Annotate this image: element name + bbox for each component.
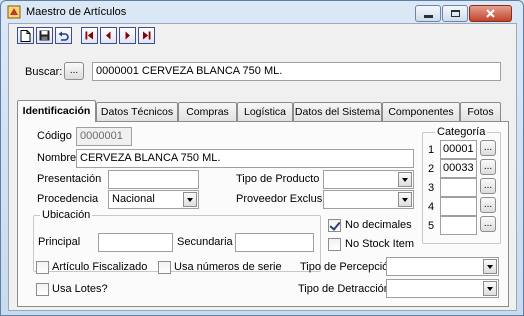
tab-datos-tecnicos[interactable]: Datos Técnicos bbox=[96, 102, 178, 121]
categoria-lookup-button-5[interactable]: ... bbox=[480, 216, 496, 232]
no-decimales-checkbox[interactable] bbox=[328, 219, 341, 232]
last-record-button[interactable] bbox=[138, 27, 155, 44]
no-decimales-label: No decimales bbox=[345, 219, 412, 231]
undo-icon bbox=[58, 31, 69, 41]
next-record-icon bbox=[125, 31, 130, 40]
minimize-icon bbox=[423, 15, 433, 18]
presentacion-label: Presentación bbox=[37, 173, 102, 185]
categoria-field-2[interactable]: 00033 bbox=[440, 159, 477, 178]
tab-logistica[interactable]: Logística bbox=[237, 102, 293, 121]
procedencia-label: Procedencia bbox=[37, 193, 99, 205]
window-title: Maestro de Artículos bbox=[26, 6, 127, 18]
chevron-down-icon bbox=[483, 259, 497, 274]
chevron-down-icon bbox=[398, 192, 412, 207]
client-area: Buscar: ... 0000001 CERVEZA BLANCA 750 M… bbox=[8, 23, 517, 311]
tipo-percepcion-label: Tipo de Percepción bbox=[300, 261, 395, 273]
undo-button[interactable] bbox=[55, 27, 72, 44]
search-label: Buscar: bbox=[25, 66, 63, 78]
procedencia-value: Nacional bbox=[112, 193, 155, 205]
categoria-group: Categoría 1 00001 ... 2 00033 ... 3 ... … bbox=[422, 126, 501, 244]
no-stock-checkbox[interactable] bbox=[328, 238, 341, 251]
ubicacion-title: Ubicación bbox=[40, 209, 93, 221]
prev-record-button[interactable] bbox=[100, 27, 117, 44]
next-record-button[interactable] bbox=[119, 27, 136, 44]
usa-lotes-checkbox[interactable] bbox=[36, 283, 49, 296]
categoria-num-1: 1 bbox=[428, 144, 435, 156]
tipo-producto-label: Tipo de Producto bbox=[236, 173, 320, 185]
tipo-detraccion-select[interactable] bbox=[386, 279, 499, 298]
categoria-lookup-button-3[interactable]: ... bbox=[480, 178, 496, 194]
usa-series-checkbox[interactable] bbox=[158, 261, 171, 274]
proveedor-select[interactable] bbox=[323, 190, 414, 209]
categoria-num-5: 5 bbox=[428, 220, 435, 232]
categoria-lookup-button-2[interactable]: ... bbox=[480, 159, 496, 175]
tab-identificacion[interactable]: Identificación bbox=[17, 100, 96, 122]
title-bar: Maestro de Artículos bbox=[1, 1, 523, 23]
tipo-detraccion-label: Tipo de Detracción bbox=[298, 283, 390, 295]
codigo-field[interactable]: 0000001 bbox=[76, 127, 132, 146]
principal-label: Principal bbox=[38, 236, 81, 248]
nombre-label: Nombre bbox=[37, 152, 77, 164]
categoria-lookup-button-4[interactable]: ... bbox=[480, 197, 496, 213]
search-input[interactable]: 0000001 CERVEZA BLANCA 750 ML. bbox=[92, 62, 501, 81]
categoria-num-2: 2 bbox=[428, 163, 435, 175]
identificacion-panel: Código 0000001 Nombre CERVEZA BLANCA 750… bbox=[17, 121, 509, 307]
secundaria-label: Secundaria bbox=[177, 236, 233, 248]
secundaria-field[interactable] bbox=[235, 233, 314, 252]
first-record-button[interactable] bbox=[81, 27, 98, 44]
categoria-num-4: 4 bbox=[428, 201, 435, 213]
search-lookup-button[interactable]: ... bbox=[64, 62, 84, 80]
categoria-lookup-button-1[interactable]: ... bbox=[480, 140, 496, 156]
save-icon bbox=[39, 30, 50, 41]
codigo-label: Código bbox=[37, 130, 72, 142]
procedencia-select[interactable]: Nacional bbox=[108, 190, 199, 209]
new-icon bbox=[20, 29, 31, 42]
tab-fotos[interactable]: Fotos bbox=[460, 102, 501, 121]
tab-datos-sistema[interactable]: Datos del Sistema bbox=[293, 102, 382, 121]
first-record-icon bbox=[85, 31, 93, 40]
categoria-field-4[interactable] bbox=[440, 197, 477, 216]
categoria-field-3[interactable] bbox=[440, 178, 477, 197]
categoria-title: Categoría bbox=[435, 126, 488, 138]
tab-compras[interactable]: Compras bbox=[178, 102, 237, 121]
categoria-num-3: 3 bbox=[428, 182, 435, 194]
chevron-down-icon bbox=[483, 281, 497, 296]
app-window: Maestro de Artículos Buscar: ... 0000001… bbox=[0, 0, 524, 316]
minimize-button[interactable] bbox=[415, 5, 441, 22]
principal-field[interactable] bbox=[98, 233, 173, 252]
maximize-icon bbox=[450, 10, 460, 17]
maximize-button[interactable] bbox=[442, 5, 468, 22]
usa-series-label: Usa números de serie bbox=[174, 261, 282, 273]
articulo-fiscalizado-label: Artículo Fiscalizado bbox=[52, 261, 148, 273]
tab-componentes[interactable]: Componentes bbox=[382, 102, 460, 121]
prev-record-icon bbox=[106, 31, 111, 40]
tipo-percepcion-select[interactable] bbox=[386, 257, 499, 276]
categoria-field-1[interactable]: 00001 bbox=[440, 140, 477, 159]
usa-lotes-label: Usa Lotes? bbox=[52, 283, 108, 295]
presentacion-field[interactable] bbox=[108, 170, 199, 189]
proveedor-label: Proveedor Exclusivo bbox=[236, 193, 337, 205]
new-button[interactable] bbox=[17, 27, 34, 44]
app-icon bbox=[7, 5, 21, 19]
close-icon bbox=[486, 9, 495, 18]
chevron-down-icon bbox=[398, 172, 412, 187]
no-stock-label: No Stock Item bbox=[345, 238, 415, 250]
categoria-field-5[interactable] bbox=[440, 216, 477, 235]
last-record-icon bbox=[143, 31, 151, 40]
chevron-down-icon bbox=[183, 192, 197, 207]
nombre-field[interactable]: CERVEZA BLANCA 750 ML. bbox=[76, 149, 414, 168]
articulo-fiscalizado-checkbox[interactable] bbox=[36, 261, 49, 274]
close-button[interactable] bbox=[469, 5, 512, 22]
save-button[interactable] bbox=[36, 27, 53, 44]
tipo-producto-select[interactable] bbox=[323, 170, 414, 189]
